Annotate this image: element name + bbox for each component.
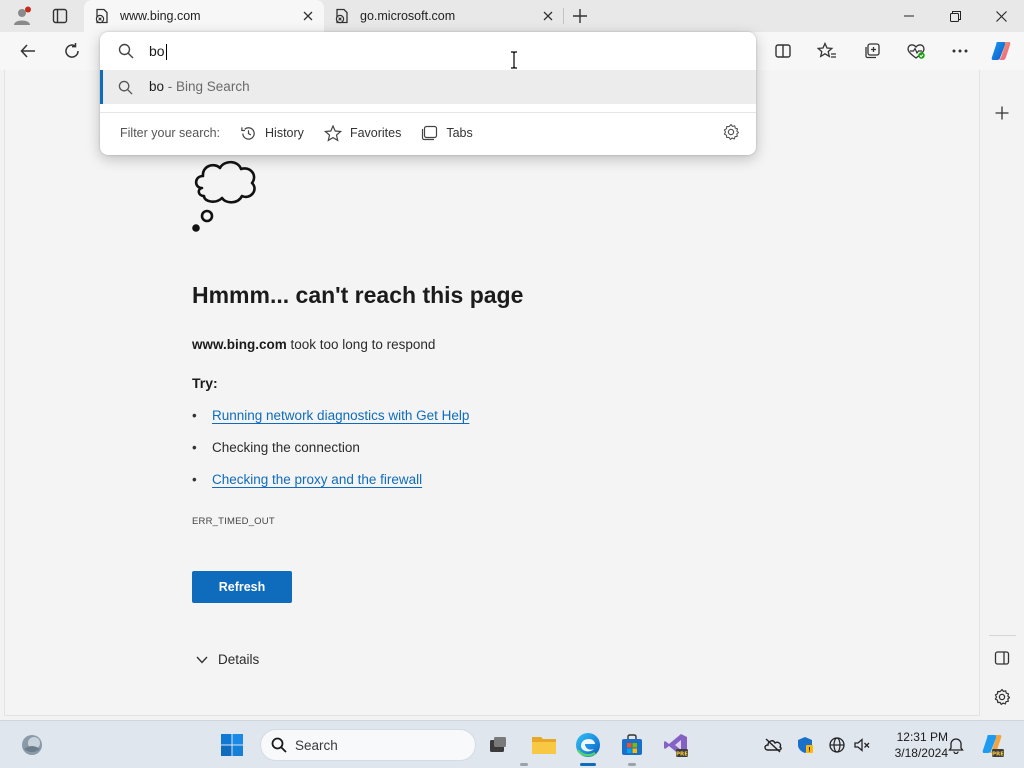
history-icon	[241, 126, 255, 140]
details-label: Details	[218, 652, 260, 667]
search-icon	[118, 43, 134, 59]
windows-taskbar: Search PRE ! 12:31 PM 3/18/2024 PRE	[0, 720, 1024, 768]
system-clock[interactable]: 12:31 PM 3/18/2024	[878, 729, 948, 761]
back-button[interactable]	[12, 36, 44, 66]
sidebar-divider	[989, 635, 1016, 636]
taskbar-search[interactable]: Search	[260, 729, 476, 761]
address-input-value[interactable]: bo	[149, 43, 167, 61]
minimize-button[interactable]	[886, 0, 932, 32]
security-shield-icon[interactable]: !	[795, 735, 815, 755]
edge-icon[interactable]	[572, 729, 604, 761]
favorites-icon[interactable]	[811, 36, 843, 66]
title-bar: www.bing.com go.microsoft.com	[0, 0, 1024, 32]
close-window-button[interactable]	[978, 0, 1024, 32]
refresh-icon[interactable]	[56, 36, 88, 66]
running-indicator	[628, 763, 636, 766]
selection-indicator	[100, 70, 103, 104]
filter-label: Filter your search:	[120, 126, 221, 140]
error-code: ERR_TIMED_OUT	[192, 516, 275, 527]
error-page	[4, 70, 980, 716]
filter-tabs[interactable]: Tabs	[421, 125, 473, 141]
collections-icon[interactable]	[856, 36, 888, 66]
more-options-icon[interactable]	[944, 36, 976, 66]
store-icon[interactable]	[616, 729, 648, 761]
refresh-button[interactable]: Refresh	[192, 571, 292, 603]
clock-time: 12:31 PM	[896, 730, 948, 744]
close-tab-icon[interactable]	[298, 6, 318, 26]
copilot-preview-icon[interactable]: PRE	[976, 729, 1008, 761]
error-message: took too long to respond	[286, 337, 436, 352]
tab-actions-icon[interactable]	[46, 4, 74, 28]
proxy-firewall-link[interactable]: Checking the proxy and the firewall	[212, 472, 422, 487]
bullet: •	[192, 472, 197, 487]
try-heading: Try:	[192, 375, 218, 391]
tab-title: www.bing.com	[120, 9, 201, 23]
close-tab-icon[interactable]	[538, 6, 558, 26]
star-icon	[323, 124, 342, 142]
search-icon	[271, 737, 287, 753]
mouse-cursor-ibeam	[509, 51, 519, 69]
text-caret	[165, 44, 167, 61]
svg-text:!: !	[808, 747, 811, 754]
volume-muted-icon[interactable]	[852, 735, 872, 755]
task-view-icon[interactable]	[482, 729, 514, 761]
svg-text:PRE: PRE	[676, 752, 688, 758]
edge-sidebar	[981, 70, 1024, 718]
search-filter-row: Filter your search: History Favorites Ta…	[120, 121, 473, 145]
clock-date: 3/18/2024	[894, 746, 948, 760]
address-input[interactable]: bo	[100, 32, 756, 70]
suggestion-bing-search[interactable]: bo - Bing Search	[100, 70, 756, 104]
suggestion-item: • Checking the connection	[192, 440, 360, 455]
suggestion-item: • Checking the proxy and the firewall	[192, 472, 422, 487]
error-title: Hmmm... can't reach this page	[192, 282, 524, 308]
onedrive-offline-icon[interactable]	[763, 735, 783, 755]
suggestion-suffix: - Bing Search	[164, 79, 250, 94]
notifications-bell-icon[interactable]	[946, 735, 966, 755]
address-bar-dropdown: bo bo - Bing Search Filter your search: …	[100, 32, 756, 155]
network-diagnostics-link[interactable]: Running network diagnostics with Get Hel…	[212, 408, 469, 423]
error-description: www.bing.com took too long to respond	[192, 337, 435, 352]
tab-go-microsoft[interactable]: go.microsoft.com	[324, 0, 564, 32]
tab-divider	[563, 8, 564, 24]
copilot-icon[interactable]	[985, 36, 1017, 66]
tabs-icon	[422, 125, 438, 141]
bullet: •	[192, 408, 197, 423]
start-button[interactable]	[216, 729, 248, 761]
visual-studio-preview-icon[interactable]: PRE	[660, 729, 692, 761]
thought-bubble-icon	[190, 158, 270, 236]
tab-title: go.microsoft.com	[360, 9, 456, 23]
hide-sidebar-icon[interactable]	[987, 643, 1017, 673]
tab-bing[interactable]: www.bing.com	[84, 0, 324, 32]
file-explorer-icon[interactable]	[528, 729, 560, 761]
filter-divider	[100, 112, 756, 113]
search-settings-icon[interactable]	[722, 123, 740, 141]
suggestion-query: bo	[149, 79, 165, 94]
page-error-icon	[94, 8, 110, 24]
check-connection-text: Checking the connection	[212, 440, 360, 455]
profile-icon[interactable]	[8, 4, 36, 28]
new-tab-button[interactable]	[566, 4, 594, 28]
details-toggle[interactable]: Details	[196, 652, 259, 667]
network-globe-icon[interactable]	[827, 735, 847, 755]
svg-text:PRE: PRE	[992, 752, 1004, 758]
taskbar-search-placeholder: Search	[295, 737, 338, 753]
page-error-icon	[334, 8, 350, 24]
browser-essentials-icon[interactable]	[900, 36, 932, 66]
active-app-indicator	[580, 763, 596, 766]
chevron-down-icon	[196, 656, 208, 664]
filter-favorites[interactable]: Favorites	[323, 124, 401, 142]
filter-history[interactable]: History	[240, 125, 304, 142]
split-screen-icon[interactable]	[767, 36, 799, 66]
restore-button[interactable]	[932, 0, 978, 32]
widgets-icon[interactable]	[16, 729, 48, 761]
running-indicator	[520, 763, 528, 766]
sidebar-settings-icon[interactable]	[987, 682, 1017, 712]
error-host: www.bing.com	[192, 337, 287, 352]
search-icon	[118, 80, 133, 95]
suggestion-item: • Running network diagnostics with Get H…	[192, 408, 469, 423]
bullet: •	[192, 440, 197, 455]
add-sidebar-app-icon[interactable]	[987, 98, 1017, 128]
